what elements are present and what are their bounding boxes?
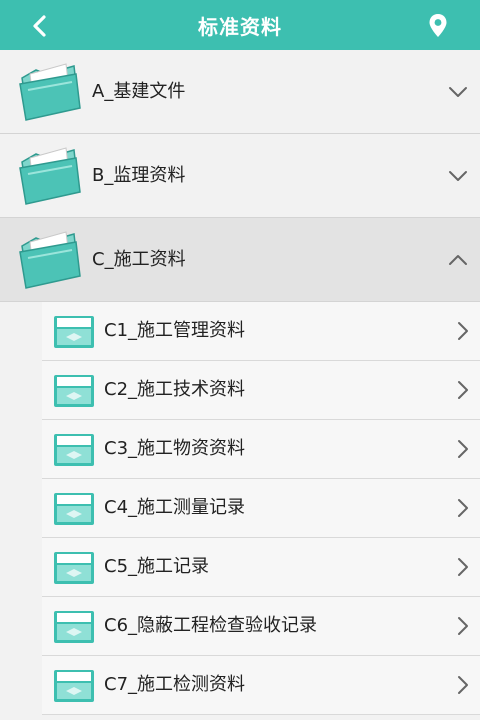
chevron-right-icon xyxy=(458,676,468,694)
document-tray-icon xyxy=(54,552,94,584)
location-pin-icon xyxy=(429,14,447,37)
chevron-up-icon xyxy=(449,255,467,265)
subitem-row[interactable]: C2_施工技术资料 xyxy=(42,361,480,420)
folder-icon xyxy=(19,63,81,121)
subitem-row[interactable]: C1_施工管理资料 xyxy=(42,302,480,361)
document-tray-icon xyxy=(54,375,94,407)
category-row-b[interactable]: B_监理资料 xyxy=(0,134,480,218)
document-tray-icon xyxy=(54,611,94,643)
chevron-right-icon xyxy=(458,381,468,399)
document-tray-icon xyxy=(54,493,94,525)
subitem-row[interactable]: C3_施工物资资料 xyxy=(42,420,480,479)
page-title: 标准资料 xyxy=(198,14,282,39)
subitem-label: C3_施工物资资料 xyxy=(104,438,246,459)
back-arrow-icon xyxy=(33,15,46,37)
category-label: A_基建文件 xyxy=(92,81,186,102)
subitem-label: C4_施工测量记录 xyxy=(104,497,246,518)
subitem-row[interactable]: C5_施工记录 xyxy=(42,538,480,597)
chevron-down-icon xyxy=(449,87,467,97)
folder-icon xyxy=(19,231,81,289)
category-row-a[interactable]: A_基建文件 xyxy=(0,50,480,134)
document-tray-icon xyxy=(54,316,94,348)
back-button[interactable] xyxy=(22,8,58,44)
chevron-right-icon xyxy=(458,499,468,517)
subitem-label: C1_施工管理资料 xyxy=(104,320,246,341)
subitem-label: C6_隐蔽工程检查验收记录 xyxy=(104,615,318,636)
subitem-label: C7_施工检测资料 xyxy=(104,674,246,695)
chevron-down-icon xyxy=(449,171,467,181)
subitem-label: C2_施工技术资料 xyxy=(104,379,246,400)
folder-icon xyxy=(19,147,81,205)
subitem-row[interactable]: C6_隐蔽工程检查验收记录 xyxy=(42,597,480,656)
subitem-row[interactable]: C4_施工测量记录 xyxy=(42,479,480,538)
category-row-c[interactable]: C_施工资料 xyxy=(0,218,480,302)
document-category-list: A_基建文件 B_监理资料 C_施工资料 C1_施工管理资料 C2_施工技术资料… xyxy=(0,50,480,715)
subitem-label: C5_施工记录 xyxy=(104,556,210,577)
subitem-row[interactable]: C7_施工检测资料 xyxy=(42,656,480,715)
category-label: B_监理资料 xyxy=(92,165,186,186)
chevron-right-icon xyxy=(458,440,468,458)
document-tray-icon xyxy=(54,670,94,702)
document-tray-icon xyxy=(54,434,94,466)
category-label: C_施工资料 xyxy=(92,249,186,270)
location-button[interactable] xyxy=(420,8,456,44)
chevron-right-icon xyxy=(458,617,468,635)
chevron-right-icon xyxy=(458,558,468,576)
chevron-right-icon xyxy=(458,322,468,340)
app-header: 标准资料 xyxy=(0,0,480,50)
